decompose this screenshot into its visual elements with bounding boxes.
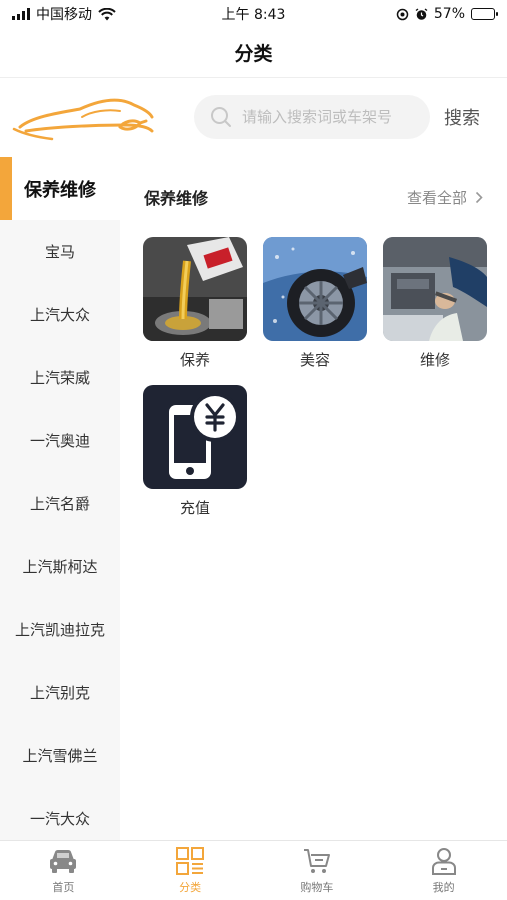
car-icon: [50, 850, 77, 873]
sidebar-item-saic-vw[interactable]: 上汽大众: [0, 283, 120, 346]
oil-pour-image: [143, 237, 247, 341]
tab-label: 我的: [432, 881, 455, 894]
sidebar-item-label: 上汽凯迪拉克: [14, 621, 105, 639]
category-content: 保养维修 查看全部 保养 美容 维修 充值: [120, 157, 507, 840]
view-all-link[interactable]: 查看全部: [407, 187, 483, 208]
carrier-name: 中国移动: [36, 7, 92, 23]
search-icon: [211, 107, 231, 127]
category-item-maintenance[interactable]: 保养: [143, 237, 247, 369]
status-time: 上午 8:43: [221, 7, 286, 23]
section-header: 保养维修 查看全部: [120, 157, 507, 237]
sidebar-item-label: 一汽奥迪: [29, 432, 90, 450]
category-label: 维修: [419, 351, 450, 369]
battery-percent: 57%: [433, 6, 465, 22]
search-row: 搜索: [0, 84, 507, 150]
sidebar-item-label: 上汽雪佛兰: [22, 747, 98, 765]
category-item-repair[interactable]: 维修: [383, 237, 487, 369]
status-left: 中国移动: [12, 4, 116, 24]
page-title: 分类: [234, 43, 273, 65]
search-input[interactable]: [242, 108, 422, 126]
bottom-tab-bar: 首页 分类 购物车 我的: [0, 840, 507, 900]
tab-label: 分类: [179, 881, 202, 894]
category-grid-icon: [176, 847, 205, 875]
sidebar-item-faw-audi[interactable]: 一汽奥迪: [0, 409, 120, 472]
category-item-recharge[interactable]: 充值: [143, 385, 247, 517]
sidebar-item-maintenance[interactable]: 保养维修: [0, 157, 120, 220]
tab-cart[interactable]: 购物车: [254, 841, 381, 900]
sidebar-item-bmw[interactable]: 宝马: [0, 220, 120, 283]
sidebar-item-saic-skoda[interactable]: 上汽斯柯达: [0, 535, 120, 598]
sidebar-item-label: 上汽大众: [29, 306, 90, 324]
tab-home[interactable]: 首页: [0, 841, 127, 900]
status-bar: 中国移动 上午 8:43 57%: [0, 0, 507, 28]
sidebar-item-faw-vw[interactable]: 一汽大众: [0, 787, 120, 840]
category-label: 充值: [179, 499, 210, 517]
sidebar-item-label: 上汽名爵: [29, 495, 90, 513]
sidebar-item-label: 宝马: [44, 243, 75, 261]
brand-logo-car: [12, 98, 154, 141]
sidebar-item-label: 保养维修: [24, 179, 96, 201]
user-icon: [431, 848, 456, 875]
section-title: 保养维修: [144, 189, 209, 208]
signal-icon: [12, 8, 30, 20]
wifi-icon: [98, 7, 116, 20]
category-label: 保养: [179, 351, 210, 369]
sidebar-item-saic-buick[interactable]: 上汽别克: [0, 661, 120, 724]
page-header: 分类: [0, 28, 507, 78]
tab-category[interactable]: 分类: [127, 841, 254, 900]
tab-label: 首页: [52, 881, 75, 894]
alarm-icon: [415, 7, 428, 20]
category-item-beauty[interactable]: 美容: [263, 237, 367, 369]
sidebar-item-label: 上汽别克: [29, 684, 90, 702]
sidebar-item-label: 一汽大众: [29, 810, 90, 828]
chevron-right-icon: [475, 191, 483, 203]
search-button[interactable]: 搜索: [444, 104, 480, 130]
battery-icon: [471, 8, 498, 20]
cart-icon: [303, 849, 330, 873]
view-all-label: 查看全部: [406, 188, 467, 207]
sidebar-item-label: 上汽斯柯达: [22, 558, 98, 576]
car-wash-image: [263, 237, 367, 341]
sidebar-item-saic-chevrolet[interactable]: 上汽雪佛兰: [0, 724, 120, 787]
location-lock-icon: [396, 8, 409, 20]
phone-recharge-icon: [143, 385, 247, 489]
category-grid: 保养 美容 维修 充值: [120, 237, 507, 517]
sidebar-item-saic-mg[interactable]: 上汽名爵: [0, 472, 120, 535]
sidebar-item-saic-cadillac[interactable]: 上汽凯迪拉克: [0, 598, 120, 661]
engine-repair-image: [383, 237, 487, 341]
sidebar-item-label: 上汽荣威: [29, 369, 90, 387]
search-box[interactable]: [194, 95, 430, 139]
tab-profile[interactable]: 我的: [380, 841, 507, 900]
sidebar-item-saic-roewe[interactable]: 上汽荣威: [0, 346, 120, 409]
category-label: 美容: [299, 351, 330, 369]
status-right: 57%: [396, 6, 498, 22]
category-sidebar: 保养维修 宝马 上汽大众 上汽荣威 一汽奥迪 上汽名爵 上汽斯柯达 上汽凯迪拉克…: [0, 157, 120, 840]
tab-label: 购物车: [300, 881, 334, 894]
